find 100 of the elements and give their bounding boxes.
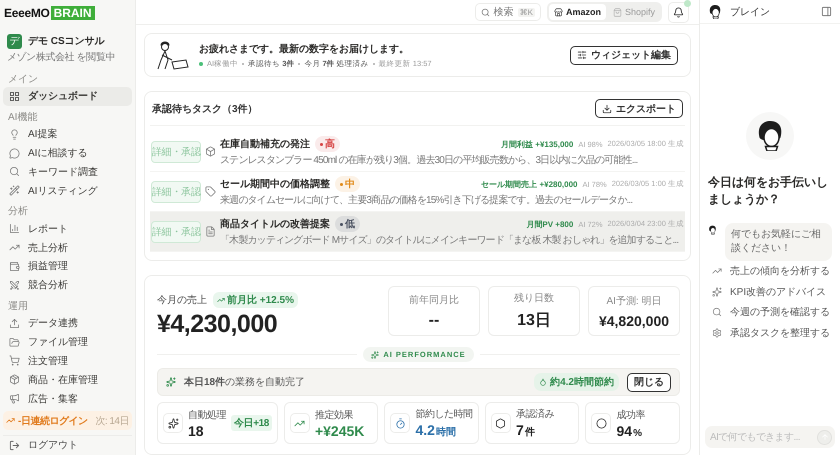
nav-item[interactable]: ファイル管理: [3, 332, 132, 352]
notification-button[interactable]: [668, 2, 689, 22]
nav-item[interactable]: 商品・在庫管理: [3, 370, 132, 390]
time-saved-badge: 約4.2時間節約: [534, 373, 619, 391]
lightbulb-icon: [9, 128, 20, 140]
wallet-icon: [9, 260, 20, 272]
stat-label: 節約した時間: [415, 408, 472, 421]
hexagon-icon: [495, 418, 506, 428]
priority-tag: 低: [335, 216, 360, 232]
upload-icon: [9, 318, 20, 329]
nav-item[interactable]: AIリスティング: [3, 181, 132, 200]
bell-icon: [673, 6, 684, 18]
nav-item[interactable]: キーワード調査: [3, 162, 132, 182]
stat-label: 承認済み: [516, 408, 554, 421]
search-icon: [9, 166, 20, 178]
chat-bubble-icon: [9, 148, 20, 159]
priority-tag: 中: [335, 176, 360, 192]
section-title: 運用: [8, 300, 29, 313]
suggestion-item[interactable]: 承認タスクを整理する: [708, 322, 832, 343]
download-icon: [602, 104, 612, 114]
nav-item[interactable]: 損益管理: [3, 257, 132, 276]
stat-value: 18: [188, 422, 205, 438]
task-title: 商品タイトルの改善提案: [220, 217, 330, 231]
tag-icon: [205, 186, 216, 197]
sliders-icon: [577, 50, 587, 60]
trend-up-icon: [6, 416, 15, 426]
sales-value: ¥4,230,000: [157, 310, 278, 339]
nav-item[interactable]: レポート: [3, 219, 132, 238]
kpi-label: 前年同月比: [409, 294, 459, 306]
panel-toggle-icon[interactable]: [821, 6, 832, 17]
arrow-up-icon: [820, 433, 828, 441]
trend-up-icon: [217, 296, 225, 304]
logout-icon: [9, 440, 20, 451]
search-icon: [480, 8, 490, 16]
person-laptop-drawing: [155, 40, 189, 70]
greeting-title: お疲れさまです。最新の数字をお届けします。: [199, 42, 410, 56]
task-metric: 月間PV +800: [526, 218, 574, 230]
nav-item[interactable]: AI提案: [3, 124, 132, 144]
bar-chart-icon: [9, 223, 20, 234]
document-icon: [205, 226, 216, 237]
trend-up-icon: [712, 266, 722, 276]
search-icon: [712, 307, 722, 318]
nav-item[interactable]: AIに相談する: [3, 144, 132, 163]
folder-icon: [9, 336, 20, 348]
nav-item[interactable]: データ連携: [3, 314, 132, 333]
cart-icon: [9, 355, 20, 366]
assistant-message: 何でもお気軽にご相談ください！: [724, 222, 832, 261]
avatar-icon: [708, 4, 722, 18]
banner-text: 本日18件の業務を自動完了: [184, 376, 306, 389]
task-metric: 月間利益 +¥135,000: [501, 138, 574, 150]
task-description: 来週のタイムセールに向けて、主要3商品の価格を15%引き下げる提案です。過去のセールデータか...: [220, 195, 634, 207]
megaphone-icon: [9, 393, 20, 404]
task-description: ステンレスタンブラー 450ml の在庫が残り3個。過去30日の平均販売数から、3日以内に欠品の可能性...: [220, 155, 638, 167]
chat-input[interactable]: AIで何でもできます...: [710, 432, 817, 442]
nav-item[interactable]: 注文管理: [3, 352, 132, 370]
stat-value: 94%: [616, 422, 643, 438]
task-metric: セール期間売上 +¥280,000: [481, 178, 578, 190]
stat-label: 自動処理: [188, 408, 226, 422]
stat-value: +¥245K: [314, 422, 364, 438]
store-icon: [554, 8, 563, 16]
suggestion-item[interactable]: KPI改善のアドバイス: [708, 281, 832, 302]
logo: EeeeMO BRAIN: [4, 4, 95, 22]
stat-value: 4.2時間: [415, 422, 457, 439]
nav-item[interactable]: 売上分析: [3, 238, 132, 258]
task-description: 「木製カッティングボード Mサイズ」のタイトルにメインキーワード「まな板 木製 おしゃれ」を追加すること...: [220, 235, 680, 247]
suggestion-item[interactable]: 今週の予測を確認する: [708, 302, 832, 322]
chat-field[interactable]: AIで何でもできます...: [705, 426, 835, 448]
workspace-logo: デ: [7, 34, 22, 49]
widget-edit-button[interactable]: ウィジェット編集: [570, 46, 678, 64]
nav-item[interactable]: 競合分析: [3, 276, 132, 295]
export-button[interactable]: エクスポート: [595, 99, 683, 118]
bag-icon: [612, 8, 622, 16]
panel-title: ブレイン: [730, 6, 771, 18]
settings-icon: [712, 328, 722, 338]
drop-icon: [539, 378, 548, 386]
logout-item[interactable]: ログアウト: [3, 435, 132, 455]
workspace-subtitle: メゾン株式会社 を閲覧中: [7, 50, 116, 64]
wand-icon: [9, 185, 20, 196]
change-badge: 前月比 +12.5%: [213, 292, 298, 308]
suggestion-item[interactable]: 売上の傾向を分析する: [708, 260, 832, 282]
close-button[interactable]: 閉じる: [627, 372, 671, 392]
nav-item[interactable]: 広告・集客: [3, 389, 132, 408]
kpi-value: --: [428, 312, 440, 330]
store-tab[interactable]: Amazon: [548, 4, 606, 20]
swords-icon: [9, 280, 20, 291]
timer-icon: [394, 418, 406, 428]
sparkles-icon: [371, 350, 380, 358]
sales-label: 今月の売上: [157, 294, 207, 307]
task-title: 在庫自動補充の発注: [220, 137, 310, 151]
box-icon: [205, 146, 216, 157]
stat-value: 7件: [516, 422, 536, 439]
kpi-value: 13日: [517, 311, 551, 331]
assistant-greeting: 今日は何をお手伝いしましょうか？: [708, 174, 829, 208]
section-title: 分析: [8, 204, 29, 218]
avatar-icon: [708, 222, 717, 237]
nav-item[interactable]: ダッシュボード: [3, 86, 132, 106]
shortcut-key: ⌘K: [518, 8, 535, 16]
kpi-label: 残り日数: [514, 292, 554, 305]
search-button[interactable]: 検索 ⌘K: [474, 3, 541, 21]
package-icon: [9, 374, 20, 386]
